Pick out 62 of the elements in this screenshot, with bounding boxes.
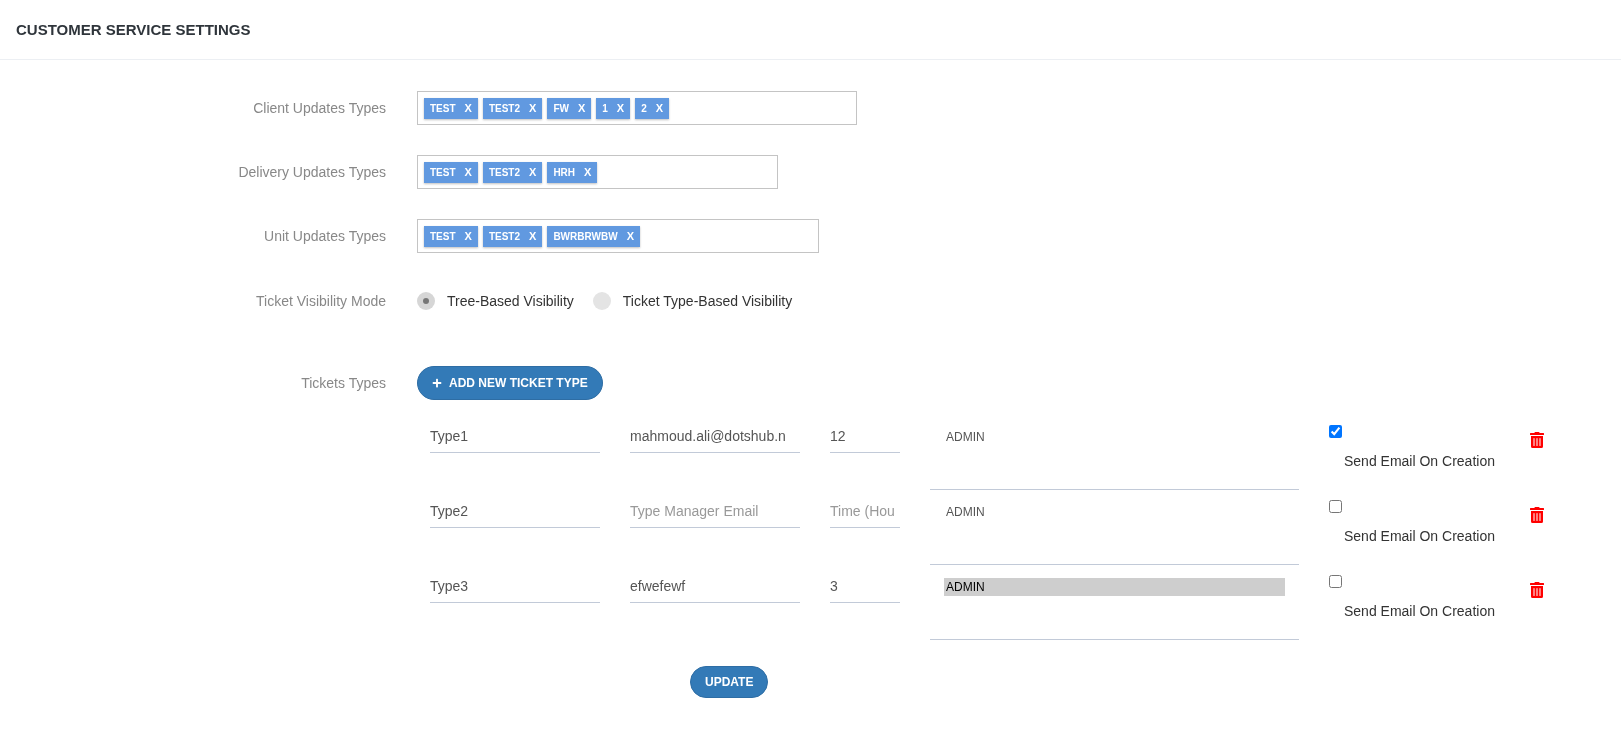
tag-input-field[interactable]: TEST X TEST2 X HRH X <box>417 155 778 189</box>
remove-tag-button[interactable]: X <box>529 230 537 242</box>
tag-label: TEST <box>430 102 456 114</box>
email-input[interactable]: efwefewf <box>630 569 800 603</box>
remove-tag-button[interactable]: X <box>626 230 634 242</box>
field-label: Delivery Updates Types <box>238 164 386 180</box>
checkbox-label: Send Email On Creation <box>1344 453 1495 469</box>
field-label: Client Updates Types <box>253 100 386 116</box>
tag-label: TEST <box>430 166 456 178</box>
checkbox[interactable] <box>1329 575 1342 588</box>
remove-tag-button[interactable]: X <box>655 102 664 114</box>
update-button[interactable]: UPDATE <box>690 666 769 698</box>
trash-icon[interactable] <box>1529 507 1545 523</box>
checkbox[interactable] <box>1329 500 1342 513</box>
tag-label: FW <box>553 102 569 114</box>
list-option[interactable]: ADMIN <box>944 428 1285 446</box>
radio-label[interactable]: Ticket Type-Based Visibility <box>622 293 793 309</box>
add-ticket-type-button[interactable]: ADD NEW TICKET TYPE <box>417 366 603 400</box>
remove-tag-button[interactable]: X <box>464 230 472 242</box>
name-input[interactable]: Type3 <box>430 569 600 603</box>
email-input[interactable]: Type Manager Email <box>630 494 800 528</box>
radio-button[interactable] <box>592 292 611 310</box>
tag-label: 2 <box>641 102 647 114</box>
roles-listbox[interactable]: ADMIN <box>930 494 1299 565</box>
tag-label: TEST2 <box>488 230 521 242</box>
tag-label: 1 <box>602 102 608 114</box>
checkbox-label: Send Email On Creation <box>1344 528 1495 544</box>
roles-listbox[interactable]: ADMIN <box>930 419 1299 490</box>
radio-label[interactable]: Tree-Based Visibility <box>447 293 574 309</box>
time-input[interactable]: Time (Hou <box>830 494 900 528</box>
remove-tag-button[interactable]: X <box>577 102 586 114</box>
checkbox-label: Send Email On Creation <box>1344 603 1495 619</box>
tag-label: BWRBRWBW <box>553 230 618 242</box>
remove-tag-button[interactable]: X <box>529 166 537 178</box>
plus-icon <box>432 378 442 388</box>
page-title: CUSTOMER SERVICE SETTINGS <box>16 21 251 38</box>
tag-label: TEST2 <box>488 102 521 114</box>
tag-label: TEST2 <box>488 166 521 178</box>
email-input[interactable]: mahmoud.ali@dotshub.n <box>630 419 800 453</box>
tag-input-field[interactable]: TEST X TEST2 X FW X 1 X 2 X <box>417 91 857 125</box>
list-option[interactable]: ADMIN <box>944 578 1285 596</box>
tag-label: HRH <box>553 166 576 178</box>
trash-icon[interactable] <box>1529 432 1545 448</box>
time-input[interactable]: 3 <box>830 569 900 603</box>
name-input[interactable]: Type2 <box>430 494 600 528</box>
name-input[interactable]: Type1 <box>430 419 600 453</box>
trash-icon[interactable] <box>1529 582 1545 598</box>
remove-tag-button[interactable]: X <box>529 102 537 114</box>
time-input[interactable]: 12 <box>830 419 900 453</box>
field-label: Unit Updates Types <box>264 228 386 244</box>
remove-tag-button[interactable]: X <box>464 166 472 178</box>
remove-tag-button[interactable]: X <box>616 102 625 114</box>
tag-label: TEST <box>430 230 456 242</box>
field-label: Ticket Visibility Mode <box>256 293 386 309</box>
radio-button[interactable] <box>417 292 435 310</box>
field-label: Tickets Types <box>301 375 386 391</box>
tag-input-field[interactable]: TEST X TEST2 X BWRBRWBW X <box>417 219 819 253</box>
list-option[interactable]: ADMIN <box>944 503 1285 521</box>
checkbox[interactable] <box>1329 425 1342 438</box>
remove-tag-button[interactable]: X <box>464 102 472 114</box>
roles-listbox[interactable]: ADMIN <box>930 569 1299 640</box>
remove-tag-button[interactable]: X <box>584 166 592 178</box>
